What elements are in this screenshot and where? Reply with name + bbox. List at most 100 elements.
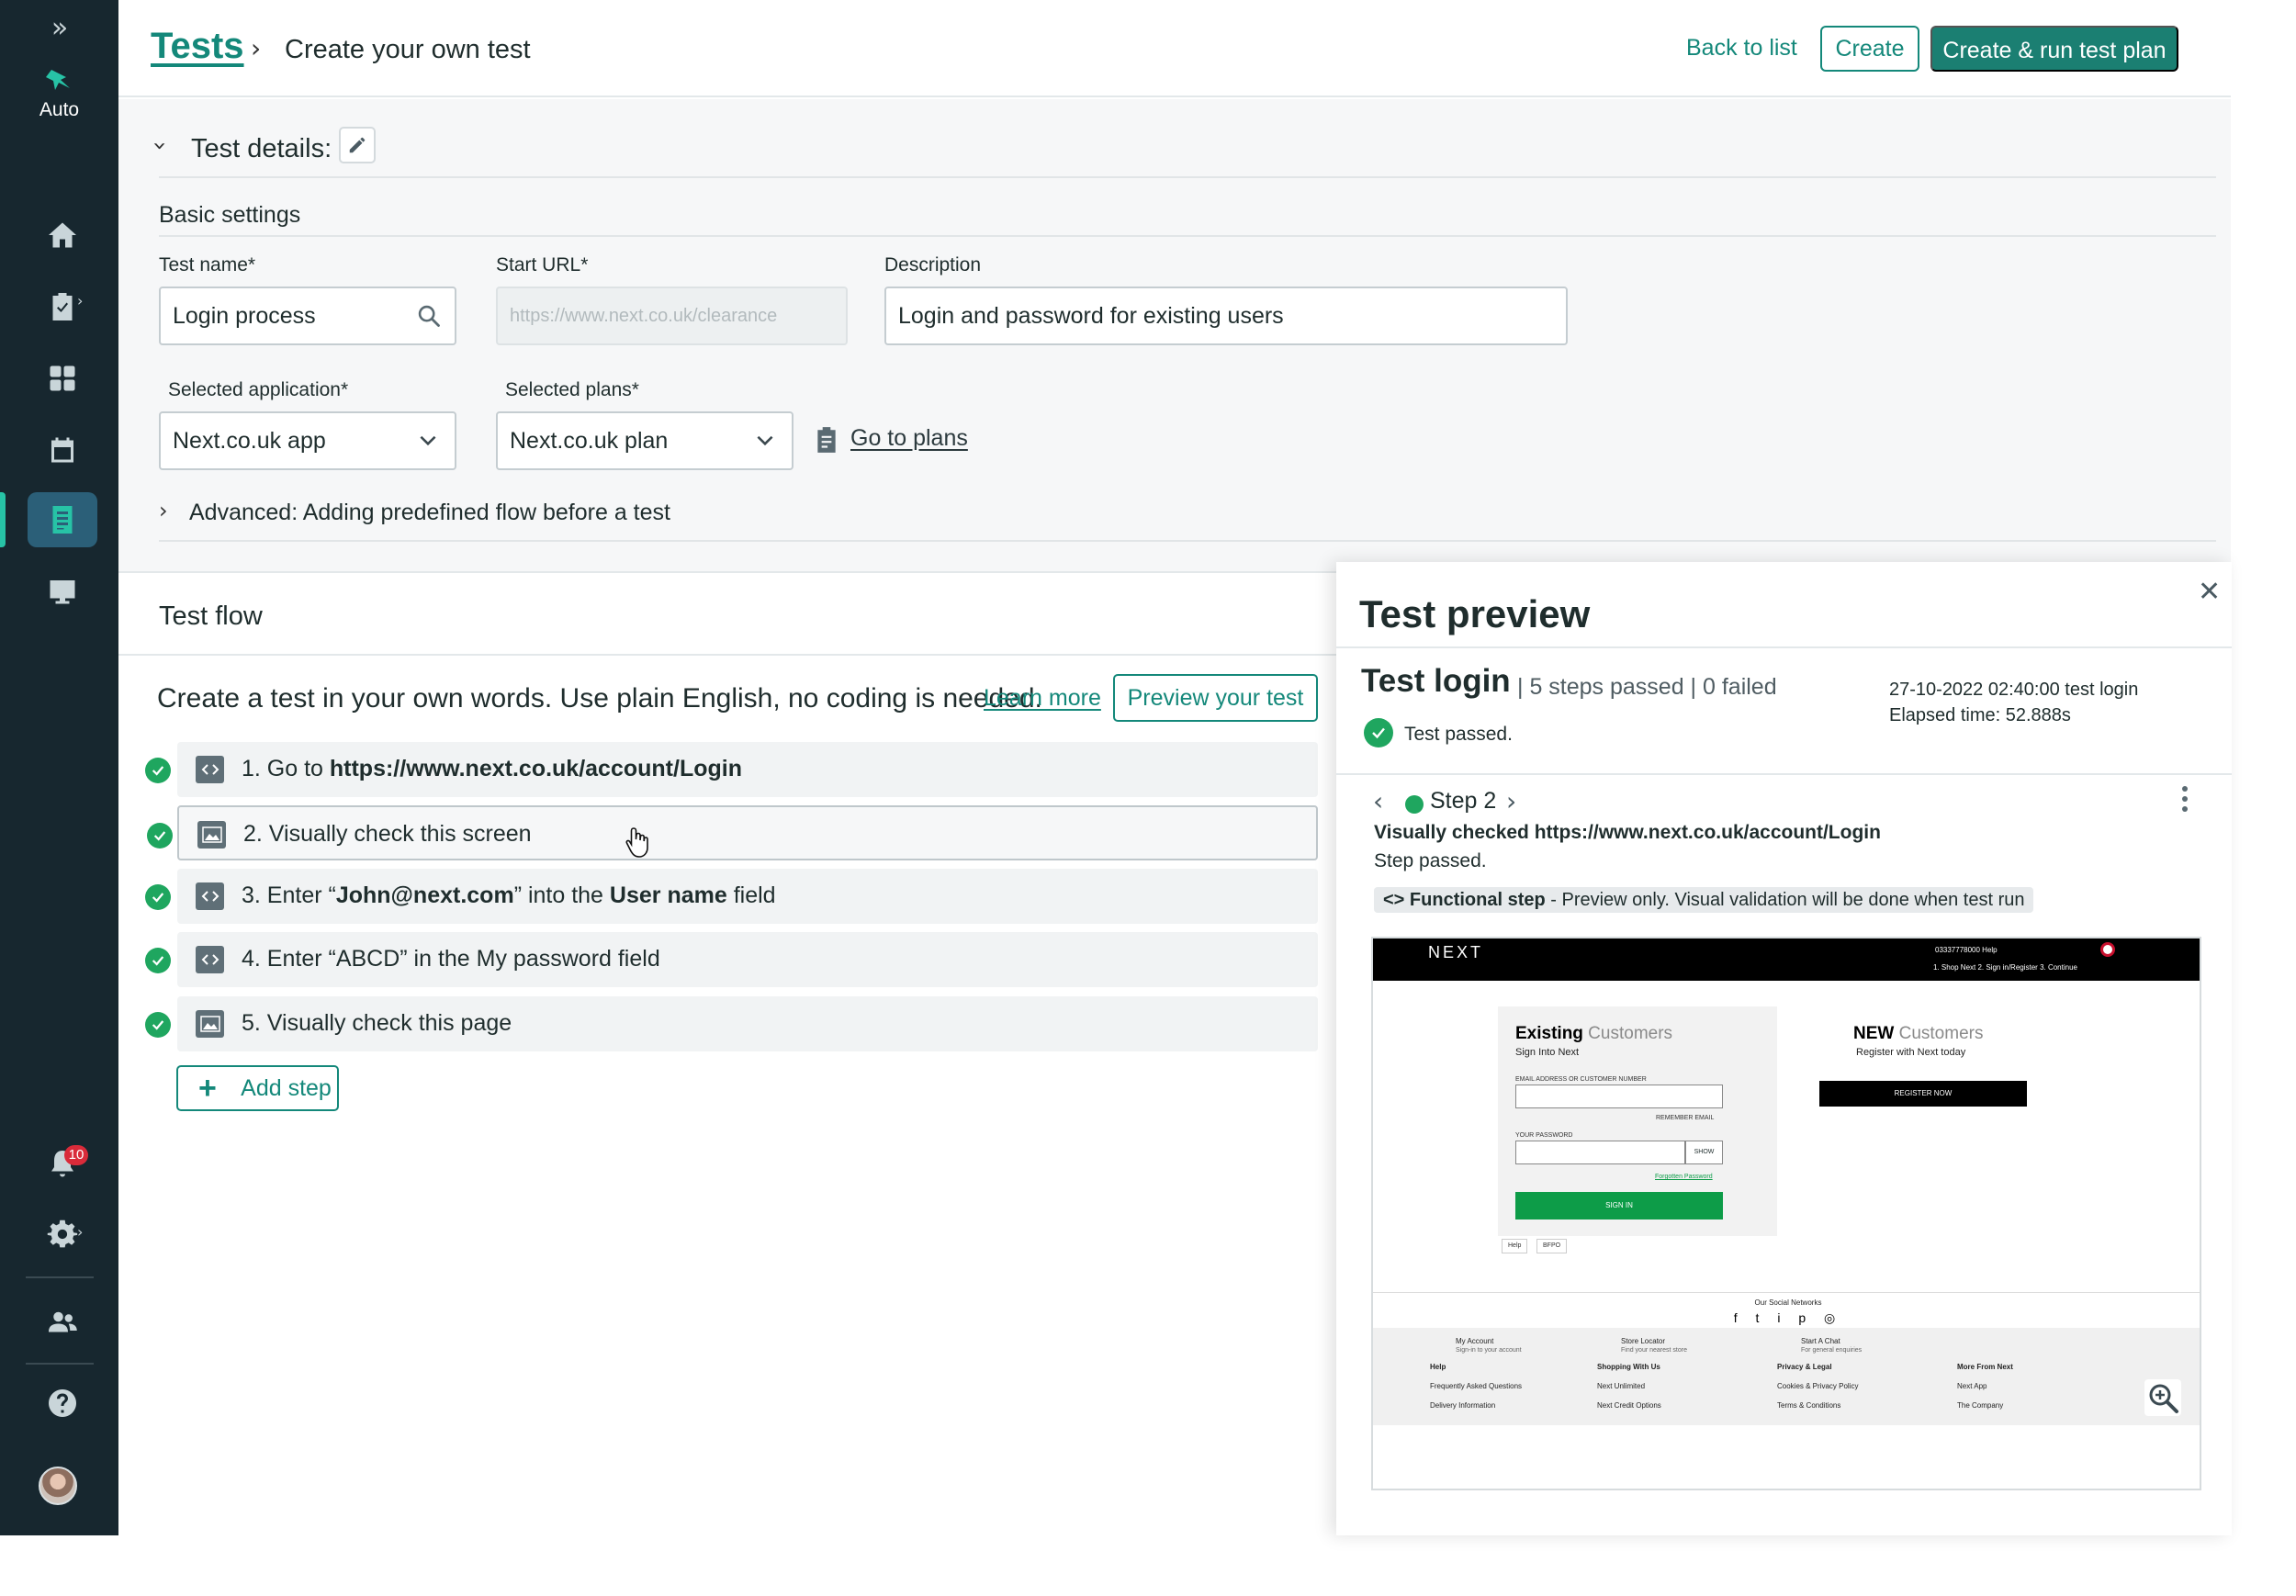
test-details-section: › Test details: Basic settings Test name…	[118, 99, 2231, 573]
create-button[interactable]: Create	[1820, 26, 1919, 72]
add-step-button[interactable]: + Add step	[176, 1065, 339, 1111]
clipboard-check-icon	[52, 293, 73, 320]
code-icon: <>	[1383, 890, 1405, 910]
learn-more-link[interactable]: Learn more	[984, 685, 1101, 712]
footer-col-help: Help Frequently Asked Questions Delivery I…	[1430, 1363, 1523, 1410]
next-step-icon[interactable]: ›	[1506, 786, 1516, 816]
step-status: Step passed.	[1374, 850, 1487, 871]
check-circle-icon	[145, 948, 171, 973]
collapse-chevron-icon[interactable]: ›	[146, 141, 174, 151]
create-and-run-button[interactable]: Create & run test plan	[1930, 26, 2178, 72]
step-row[interactable]: 2. Visually check this screen	[147, 805, 1318, 860]
site-logo: NEXT	[1428, 943, 1484, 961]
run-date: 27-10-2022 02:40:00 test login	[1889, 680, 2139, 700]
test-name-field[interactable]: Login process	[159, 287, 456, 345]
my-account-item: My Account Sign-in to your account	[1456, 1337, 1522, 1354]
footer-col-more: More From Next Next App The Company	[1957, 1363, 2013, 1410]
top-header: Tests › Create your own test Back to lis…	[118, 0, 2231, 97]
sidebar-item-monitor[interactable]	[28, 564, 97, 619]
start-url-field: https://www.next.co.uk/clearance	[496, 287, 848, 345]
calendar-icon	[51, 437, 73, 463]
document-list-icon	[52, 506, 73, 534]
step-text: 2. Visually check this screen	[243, 821, 532, 847]
site-top-links: 03337778000 Help	[1935, 946, 1998, 954]
plans-value: Next.co.uk plan	[510, 428, 669, 454]
plans-select[interactable]: Next.co.uk plan	[496, 411, 793, 470]
close-icon[interactable]: ✕	[2198, 576, 2221, 608]
advanced-section-toggle[interactable]: Advanced: Adding predefined flow before …	[189, 500, 670, 526]
sidebar-item-users[interactable]	[28, 1295, 97, 1350]
monitor-icon	[50, 580, 75, 604]
more-options-icon[interactable]	[2181, 784, 2189, 814]
password-label: YOUR PASSWORD	[1515, 1132, 1573, 1139]
step-row[interactable]: 1. Go to https://www.next.co.uk/account/…	[145, 742, 1318, 797]
footer-col-privacy: Privacy & Legal Cookies & Privacy Policy T…	[1777, 1363, 1859, 1410]
step-description: Visually checked https://www.next.co.uk/…	[1374, 822, 1881, 843]
sidebar: » Auto › 10 ›	[0, 0, 118, 1535]
sidebar-item-settings[interactable]	[28, 1207, 97, 1262]
home-icon	[49, 222, 76, 248]
step-row[interactable]: 3. Enter “John@next.com” into the User n…	[145, 869, 1318, 924]
sidebar-item-home[interactable]	[28, 208, 97, 263]
sidebar-item-help[interactable]	[28, 1376, 97, 1431]
logo-label: Auto	[39, 99, 80, 120]
pencil-icon	[349, 137, 366, 153]
code-icon	[196, 882, 224, 910]
sidebar-item-notifications[interactable]	[28, 1137, 97, 1192]
application-value: Next.co.uk app	[173, 428, 326, 454]
test-details-title: Test details:	[191, 134, 332, 163]
bfpo-chip: BFPO	[1536, 1239, 1568, 1253]
sidebar-item-calendar[interactable]	[28, 422, 97, 478]
plus-icon: +	[198, 1071, 217, 1106]
chevron-right-icon: ›	[77, 292, 84, 309]
tag-bold: Functional step	[1409, 890, 1546, 910]
auto-logo-icon[interactable]	[42, 68, 75, 96]
application-select[interactable]: Next.co.uk app	[159, 411, 456, 470]
preview-your-test-button[interactable]: Preview your test	[1113, 674, 1318, 722]
edit-details-button[interactable]	[339, 127, 376, 163]
divider	[159, 176, 2216, 178]
image-icon	[196, 1010, 224, 1038]
divider	[1336, 773, 2232, 775]
test-name-value: Login process	[173, 303, 316, 329]
start-url-label: Start URL*	[496, 254, 589, 275]
email-label: EMAIL ADDRESS OR CUSTOMER NUMBER	[1515, 1076, 1647, 1083]
gear-icon	[47, 1219, 78, 1248]
previous-step-icon[interactable]: ‹	[1373, 786, 1383, 816]
basic-settings-title: Basic settings	[159, 202, 301, 228]
chevron-right-icon: ›	[251, 33, 262, 63]
start-chat-item: Start A Chat For general enquiries	[1801, 1337, 1863, 1354]
divider	[118, 654, 1340, 656]
breadcrumb-tests-link[interactable]: Tests	[151, 26, 244, 67]
zoom-in-icon[interactable]	[2144, 1379, 2181, 1416]
site-header: NEXT 03337778000 Help 1. Shop Next 2. Si…	[1373, 938, 2200, 981]
sidebar-item-clipboard[interactable]	[28, 279, 97, 334]
back-to-list-link[interactable]: Back to list	[1686, 35, 1797, 62]
site-sub-links: 1. Shop Next 2. Sign in/Register 3. Cont…	[1933, 963, 2077, 972]
description-label: Description	[884, 254, 982, 275]
help-chip: Help	[1502, 1239, 1528, 1253]
expand-sidebar-icon[interactable]: »	[46, 15, 73, 42]
site-footer: My Account Sign-in to your account Store …	[1373, 1328, 2200, 1425]
sign-into-text: Sign Into Next	[1515, 1047, 1580, 1058]
step-row[interactable]: 4. Enter “ABCD” in the My password field	[145, 932, 1318, 987]
image-icon	[197, 821, 226, 849]
sidebar-item-dashboard[interactable]	[28, 351, 97, 406]
test-name-label: Test name*	[159, 254, 256, 275]
step-passed-dot	[1405, 795, 1424, 814]
go-to-plans-link[interactable]: Go to plans	[850, 425, 968, 452]
description-field[interactable]: Login and password for existing users	[884, 287, 1568, 345]
store-locator-item: Store Locator Find your nearest store	[1621, 1337, 1687, 1354]
step-row[interactable]: 5. Visually check this page	[145, 996, 1318, 1051]
active-indicator	[0, 492, 6, 547]
add-step-label: Add step	[241, 1075, 332, 1101]
check-circle-icon	[145, 1012, 171, 1038]
search-icon	[418, 305, 440, 327]
avatar[interactable]	[39, 1467, 77, 1505]
sidebar-item-tests[interactable]	[28, 492, 97, 547]
step-text: 5. Visually check this page	[242, 1010, 512, 1036]
chevron-down-icon	[757, 435, 773, 446]
step-text: 3. Enter “John@next.com” into the User n…	[242, 882, 776, 908]
expand-chevron-icon[interactable]: ›	[159, 498, 168, 523]
register-with-text: Register with Next today	[1856, 1047, 1966, 1058]
